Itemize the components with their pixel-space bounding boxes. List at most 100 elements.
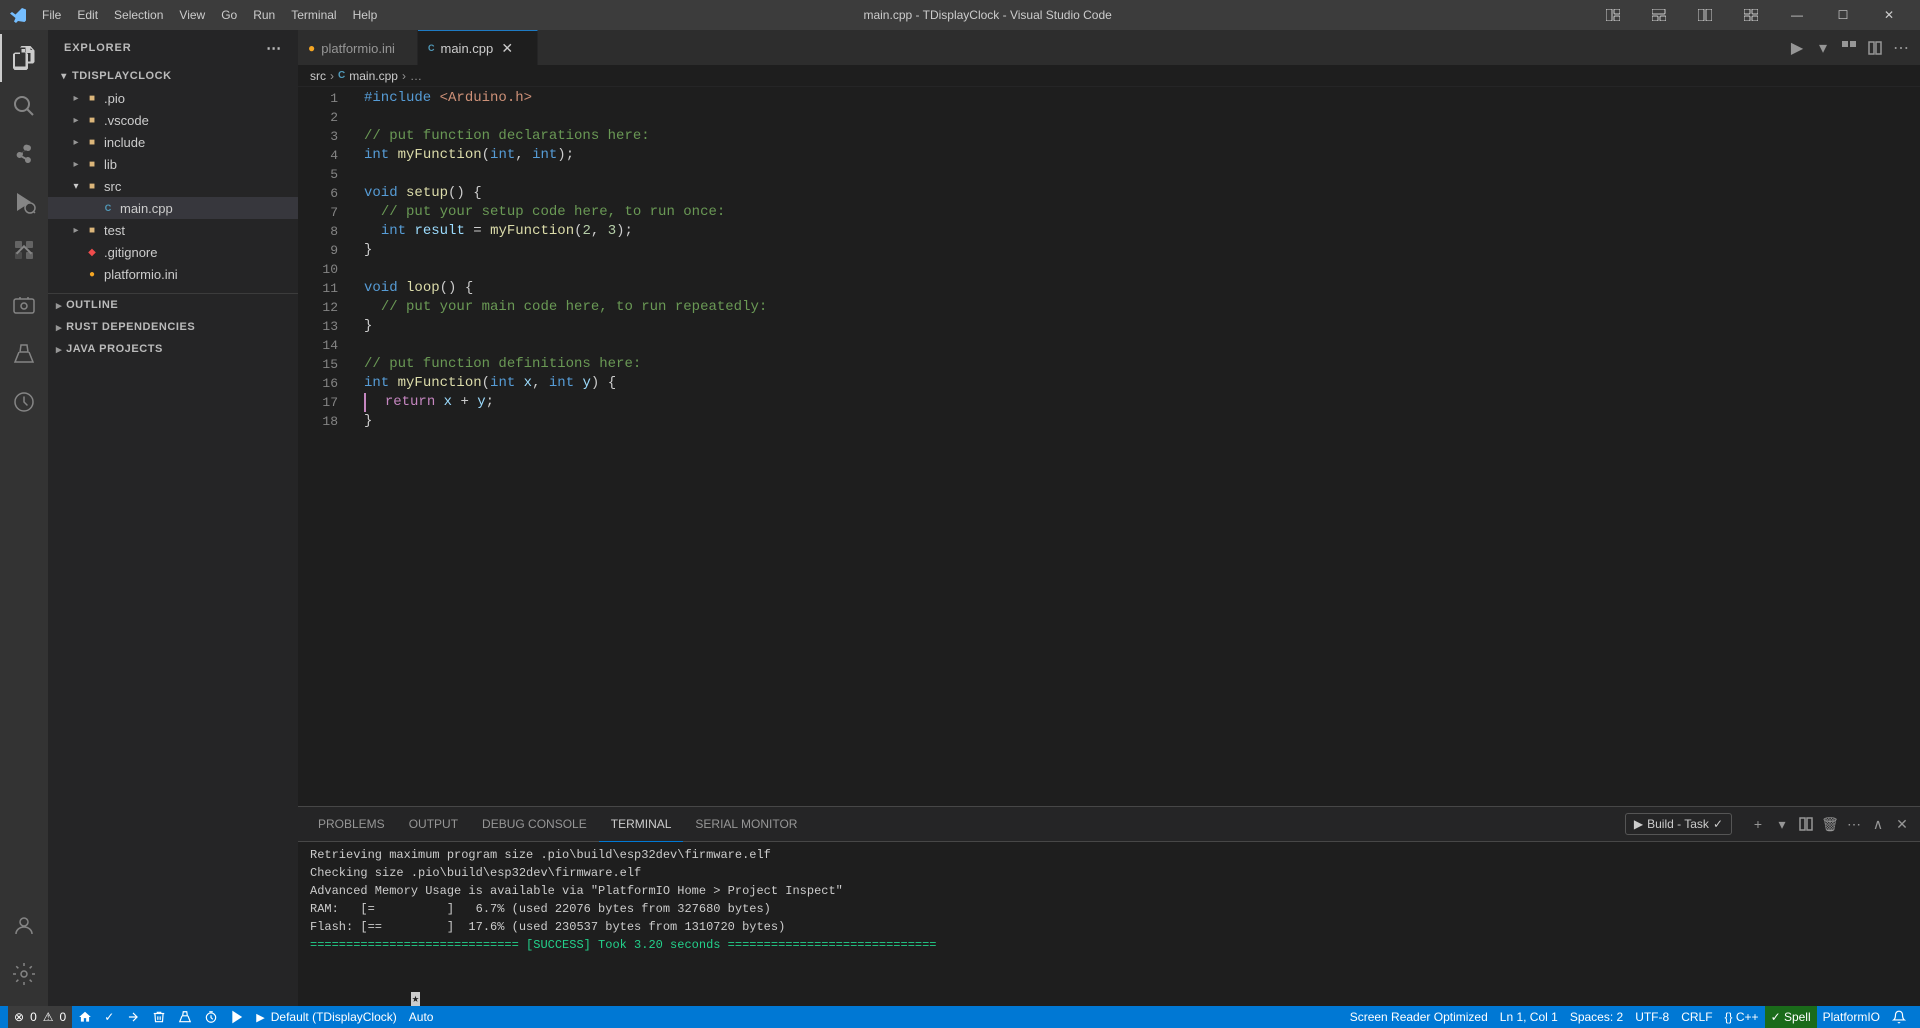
tabs-bar: ● platformio.ini C main.cpp ✕ ▶ ▾ ⋯ [298, 30, 1920, 65]
activity-run-debug[interactable] [0, 178, 48, 226]
close-button[interactable]: ✕ [1866, 0, 1912, 30]
breadcrumb-src[interactable]: src [310, 69, 326, 83]
breadcrumb-file[interactable]: main.cpp [349, 69, 398, 83]
panel-tab-output[interactable]: OUTPUT [397, 807, 470, 842]
menu-run[interactable]: Run [245, 0, 283, 30]
status-errors[interactable]: ⊗ 0 ⚠ 0 [8, 1006, 72, 1028]
panel-tab-debug[interactable]: DEBUG CONSOLE [470, 807, 599, 842]
status-platformio[interactable]: PlatformIO [1817, 1006, 1886, 1028]
kill-terminal-btn[interactable]: 🗑 [1820, 814, 1840, 834]
menu-bar: File Edit Selection View Go Run Terminal… [34, 0, 385, 30]
status-indentation[interactable]: Spaces: 2 [1564, 1006, 1629, 1028]
status-cursor-position[interactable]: Ln 1, Col 1 [1494, 1006, 1564, 1028]
customize-layout-btn[interactable] [1838, 37, 1860, 59]
line-num: 6 [298, 184, 338, 203]
split-editor-btn[interactable] [1864, 37, 1886, 59]
tree-test[interactable]: ▸ ■ test [48, 219, 298, 241]
menu-file[interactable]: File [34, 0, 69, 30]
encoding-label: UTF-8 [1635, 1010, 1669, 1024]
split-terminal-btn[interactable] [1796, 814, 1816, 834]
maximize-panel-btn[interactable]: ∧ [1868, 814, 1888, 834]
status-arrow[interactable] [120, 1006, 146, 1028]
status-check[interactable]: ✓ [98, 1006, 120, 1028]
sidebar-section-java[interactable]: ▸ JAVA PROJECTS [48, 338, 298, 360]
tree-src[interactable]: ▾ ■ src [48, 175, 298, 197]
status-beaker[interactable] [172, 1006, 198, 1028]
menu-terminal[interactable]: Terminal [283, 0, 344, 30]
status-notifications[interactable] [1886, 1006, 1912, 1028]
terminal-content[interactable]: Retrieving maximum program size .pio\bui… [298, 842, 1920, 1006]
menu-view[interactable]: View [171, 0, 213, 30]
activity-search[interactable] [0, 82, 48, 130]
status-trash[interactable] [146, 1006, 172, 1028]
status-screen-reader[interactable]: Screen Reader Optimized [1344, 1006, 1494, 1028]
tab-actions: ▶ ▾ ⋯ [1786, 30, 1920, 65]
code-editor[interactable]: 1 2 3 4 5 6 7 8 9 10 11 12 13 14 15 16 1 [298, 87, 1920, 806]
more-terminal-btn[interactable]: ⋯ [1844, 814, 1864, 834]
screen-reader-label: Screen Reader Optimized [1350, 1010, 1488, 1024]
menu-selection[interactable]: Selection [106, 0, 171, 30]
tree-item-label: test [104, 223, 298, 238]
activity-accounts[interactable] [0, 902, 48, 950]
sidebar-section-rust[interactable]: ▸ RUST DEPENDENCIES [48, 316, 298, 338]
activity-explorer[interactable] [0, 34, 48, 82]
chevron-down-icon: ▾ [56, 68, 72, 84]
tree-lib[interactable]: ▸ ■ lib [48, 153, 298, 175]
tab-main-cpp[interactable]: C main.cpp ✕ [418, 30, 538, 65]
tree-pio[interactable]: ▸ ■ .pio [48, 87, 298, 109]
status-encoding[interactable]: UTF-8 [1629, 1006, 1675, 1028]
tree-platformio-ini[interactable]: ● platformio.ini [48, 263, 298, 285]
status-auto[interactable]: Auto [403, 1006, 440, 1028]
tree-include[interactable]: ▸ ■ include [48, 131, 298, 153]
status-language[interactable]: {} C++ [1719, 1006, 1765, 1028]
tree-vscode[interactable]: ▸ ■ .vscode [48, 109, 298, 131]
menu-help[interactable]: Help [345, 0, 386, 30]
editor-panel-wrapper: 1 2 3 4 5 6 7 8 9 10 11 12 13 14 15 16 1 [298, 87, 1920, 1006]
activity-remote-explorer[interactable] [0, 282, 48, 330]
status-line-ending[interactable]: CRLF [1675, 1006, 1718, 1028]
vscode-logo-icon [8, 5, 28, 25]
status-spell[interactable]: ✓ Spell [1765, 1006, 1817, 1028]
activity-extensions[interactable] [0, 226, 48, 274]
activity-platformio[interactable] [0, 378, 48, 426]
run-code-btn[interactable]: ▶ [1786, 37, 1808, 59]
code-line-10 [364, 260, 1920, 279]
dropdown-btn[interactable]: ▾ [1812, 37, 1834, 59]
menu-go[interactable]: Go [213, 0, 245, 30]
line-num: 1 [298, 89, 338, 108]
code-line-5 [364, 165, 1920, 184]
activity-testing[interactable] [0, 330, 48, 378]
code-content[interactable]: #include <Arduino.h> // put function dec… [348, 87, 1920, 806]
sidebar-section-outline[interactable]: ▸ OUTLINE [48, 294, 298, 316]
status-home[interactable] [72, 1006, 98, 1028]
tab-close-icon[interactable]: ✕ [499, 40, 515, 56]
activity-source-control[interactable] [0, 130, 48, 178]
close-panel-btn[interactable]: ✕ [1892, 814, 1912, 834]
more-actions-btn[interactable]: ⋯ [1890, 37, 1912, 59]
minimize-button[interactable]: ― [1774, 0, 1820, 30]
window-layout-btn[interactable] [1590, 0, 1636, 30]
window-layout2-btn[interactable] [1636, 0, 1682, 30]
panel-tab-problems[interactable]: PROBLEMS [306, 807, 397, 842]
status-env[interactable]: ▶ Default (TDisplayClock) [250, 1006, 403, 1028]
window-split-btn[interactable] [1682, 0, 1728, 30]
new-file-icon[interactable]: ⋯ [266, 39, 282, 57]
panel-tab-terminal[interactable]: TERMINAL [599, 807, 684, 842]
project-root[interactable]: ▾ TDISPLAYCLOCK [48, 65, 298, 87]
build-task-button[interactable]: ▶ Build - Task ✓ [1625, 813, 1732, 835]
tree-gitignore[interactable]: ◆ .gitignore [48, 241, 298, 263]
status-timer[interactable] [198, 1006, 224, 1028]
panel-tab-serial[interactable]: SERIAL MONITOR [683, 807, 809, 842]
status-run[interactable] [224, 1006, 250, 1028]
line-num: 15 [298, 355, 338, 374]
line-num: 14 [298, 336, 338, 355]
terminal-dropdown-btn[interactable]: ▾ [1772, 814, 1792, 834]
add-terminal-btn[interactable]: + [1748, 814, 1768, 834]
tab-platformio-ini[interactable]: ● platformio.ini [298, 30, 418, 65]
breadcrumb-more[interactable]: … [410, 69, 422, 83]
activity-settings[interactable] [0, 950, 48, 998]
menu-edit[interactable]: Edit [69, 0, 106, 30]
maximize-button[interactable]: ☐ [1820, 0, 1866, 30]
tree-main-cpp[interactable]: C main.cpp [48, 197, 298, 219]
window-grid-btn[interactable] [1728, 0, 1774, 30]
